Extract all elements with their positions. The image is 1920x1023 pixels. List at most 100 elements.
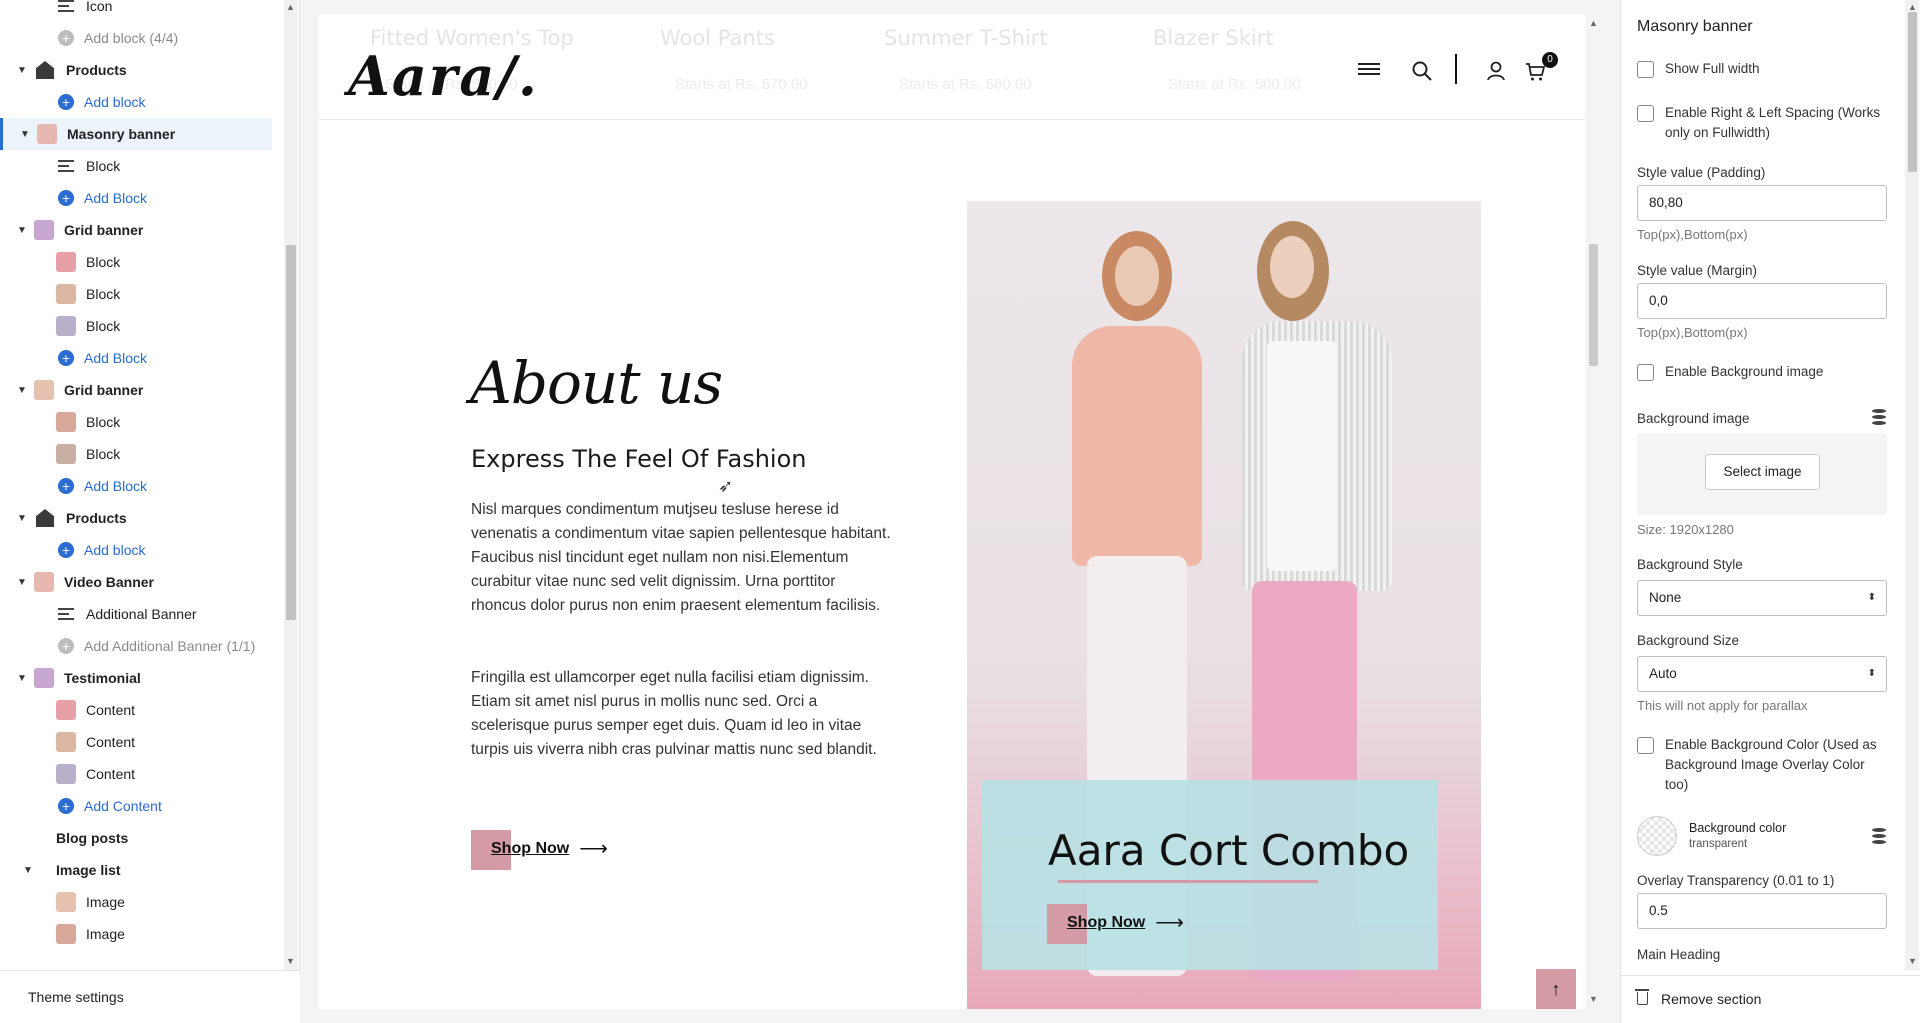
plus-circle-icon: +	[58, 94, 74, 110]
caret-down-icon[interactable]: ▼	[16, 225, 28, 236]
tree-section[interactable]: ▼ Testimonial	[0, 662, 272, 694]
dynamic-source-icon[interactable]	[1872, 828, 1886, 844]
scroll-up-icon[interactable]: ▲	[286, 2, 295, 12]
tree-item-label: Add Block	[84, 478, 148, 494]
tree-block[interactable]: Block	[0, 278, 272, 310]
scroll-down-icon[interactable]: ▼	[286, 956, 295, 966]
tree-section[interactable]: ▼ Products	[0, 54, 272, 86]
show-full-width-checkbox[interactable]: Show Full width	[1637, 59, 1887, 79]
padding-input[interactable]: 80,80	[1637, 185, 1887, 221]
add-block-button[interactable]: + Add block (4/4)	[0, 22, 272, 54]
caret-down-icon[interactable]: ▼	[22, 865, 34, 876]
tree-item-label: Block	[86, 286, 121, 302]
tree-block[interactable]: Image	[0, 918, 272, 950]
panel-title: Masonry banner	[1637, 18, 1753, 35]
checkbox-box[interactable]	[1637, 364, 1654, 381]
remove-section-button[interactable]: Remove section	[1621, 975, 1920, 1023]
tree-block[interactable]: Content	[0, 726, 272, 758]
overlay-input[interactable]: 0.5	[1637, 893, 1887, 929]
add-block-button[interactable]: + Add block	[0, 86, 272, 118]
checkbox-box[interactable]	[1637, 737, 1654, 754]
bg-image-picker: Select image	[1637, 433, 1887, 515]
menu-icon[interactable]	[1358, 60, 1380, 82]
tree-block[interactable]: Block	[0, 438, 272, 470]
add-block-button[interactable]: + Add Block	[0, 342, 272, 374]
caret-down-icon[interactable]: ▼	[19, 129, 31, 140]
panel-scrollbar[interactable]: ▲ ▼	[1905, 0, 1919, 970]
add-block-button[interactable]: + Add block	[0, 534, 272, 566]
sidebar-scroll-thumb[interactable]	[286, 245, 296, 620]
tree-section[interactable]: Blog posts	[0, 822, 272, 854]
tree-item-label: Products	[66, 62, 127, 78]
block-thumbnail-icon	[56, 284, 76, 304]
tree-block[interactable]: Block	[0, 150, 272, 182]
select-image-button[interactable]: Select image	[1705, 454, 1820, 490]
padding-label: Style value (Padding)	[1637, 165, 1766, 180]
tree-item-label: Add block	[84, 542, 146, 558]
add-block-button[interactable]: + Add Additional Banner (1/1)	[0, 630, 272, 662]
tree-item-label: Video Banner	[64, 574, 154, 590]
tree-block[interactable]: Block	[0, 246, 272, 278]
tree-item-label: Add Block	[84, 190, 148, 206]
dynamic-source-icon[interactable]	[1872, 409, 1886, 425]
bg-style-select[interactable]: None ⬍	[1637, 580, 1887, 616]
caret-down-icon[interactable]: ▼	[16, 673, 28, 684]
caret-down-icon[interactable]: ▼	[16, 577, 28, 588]
tree-block[interactable]: Image	[0, 886, 272, 918]
add-block-button[interactable]: + Add Content	[0, 790, 272, 822]
account-icon[interactable]	[1485, 60, 1507, 82]
tree-section[interactable]: ▼ Grid banner	[0, 214, 272, 246]
tree-block[interactable]: Content	[0, 694, 272, 726]
tree-section[interactable]: ▼ Masonry banner	[0, 118, 272, 150]
enable-spacing-checkbox[interactable]: Enable Right & Left Spacing (Works only …	[1637, 103, 1887, 143]
checkbox-box[interactable]	[1637, 61, 1654, 78]
enable-bg-color-checkbox[interactable]: Enable Background Color (Used as Backgro…	[1637, 735, 1887, 795]
margin-input[interactable]: 0,0	[1637, 283, 1887, 319]
bg-color-swatch[interactable]	[1637, 816, 1677, 856]
enable-bg-image-checkbox[interactable]: Enable Background image	[1637, 362, 1887, 382]
tree-item-label: Block	[86, 414, 121, 430]
tree-section[interactable]: ▼ Grid banner	[0, 374, 272, 406]
ghost-product-price: Starts at Rs. 500.00	[1168, 76, 1301, 93]
bg-size-select[interactable]: Auto ⬍	[1637, 656, 1887, 692]
tree-item-label: Content	[86, 734, 136, 750]
tree-block[interactable]: Block	[0, 406, 272, 438]
scroll-down-icon[interactable]: ▼	[1589, 994, 1598, 1004]
tree-item-label: Additional Banner	[86, 606, 197, 622]
checkbox-box[interactable]	[1637, 105, 1654, 122]
caret-down-icon[interactable]: ▼	[16, 385, 28, 396]
tree-section[interactable]: ▼ Products	[0, 502, 272, 534]
tree-block[interactable]: Content	[0, 758, 272, 790]
scroll-up-icon[interactable]: ▲	[1908, 2, 1917, 12]
tree-section[interactable]: ▼ Video Banner	[0, 566, 272, 598]
bg-style-label: Background Style	[1637, 557, 1743, 572]
model-1-face	[1115, 246, 1159, 306]
products-section-icon	[36, 61, 54, 79]
add-block-button[interactable]: + Add Block	[0, 182, 272, 214]
caret-down-icon[interactable]: ▼	[16, 513, 28, 524]
caret-down-icon[interactable]: ▼	[16, 65, 28, 76]
shop-now-label[interactable]: Shop Now	[491, 840, 569, 858]
theme-settings-button[interactable]: Theme settings	[0, 970, 300, 1023]
banner-shop-now-label[interactable]: Shop Now	[1067, 914, 1145, 932]
search-icon[interactable]	[1411, 60, 1433, 82]
about-paragraph-1: Nisl marques condimentum mutjseu tesluse…	[471, 501, 891, 614]
store-logo[interactable]: Aara/.	[348, 44, 539, 108]
tree-section[interactable]: ▼ Image list	[0, 854, 272, 886]
panel-scroll-thumb[interactable]	[1908, 12, 1917, 172]
select-arrows-icon: ⬍	[1867, 592, 1876, 603]
tree-block[interactable]: Additional Banner	[0, 598, 272, 630]
scroll-down-icon[interactable]: ▼	[1908, 956, 1917, 966]
scroll-up-icon[interactable]: ▲	[1589, 18, 1598, 28]
preview-scroll-thumb[interactable]	[1589, 244, 1598, 366]
trash-icon	[1635, 989, 1649, 1005]
back-to-top-button[interactable]: ↑	[1536, 969, 1576, 1009]
tree-item-label: Icon	[86, 0, 113, 14]
sidebar-scrollbar[interactable]: ▲ ▼	[284, 0, 298, 970]
preview-scrollbar[interactable]: ▲ ▼	[1586, 14, 1600, 1009]
shop-now-link[interactable]: Shop Now ⟶	[471, 830, 608, 870]
tree-block[interactable]: Block	[0, 310, 272, 342]
tree-block[interactable]: Icon	[0, 0, 272, 22]
banner-shop-now-link[interactable]: Shop Now ⟶	[1047, 904, 1184, 944]
add-block-button[interactable]: + Add Block	[0, 470, 272, 502]
